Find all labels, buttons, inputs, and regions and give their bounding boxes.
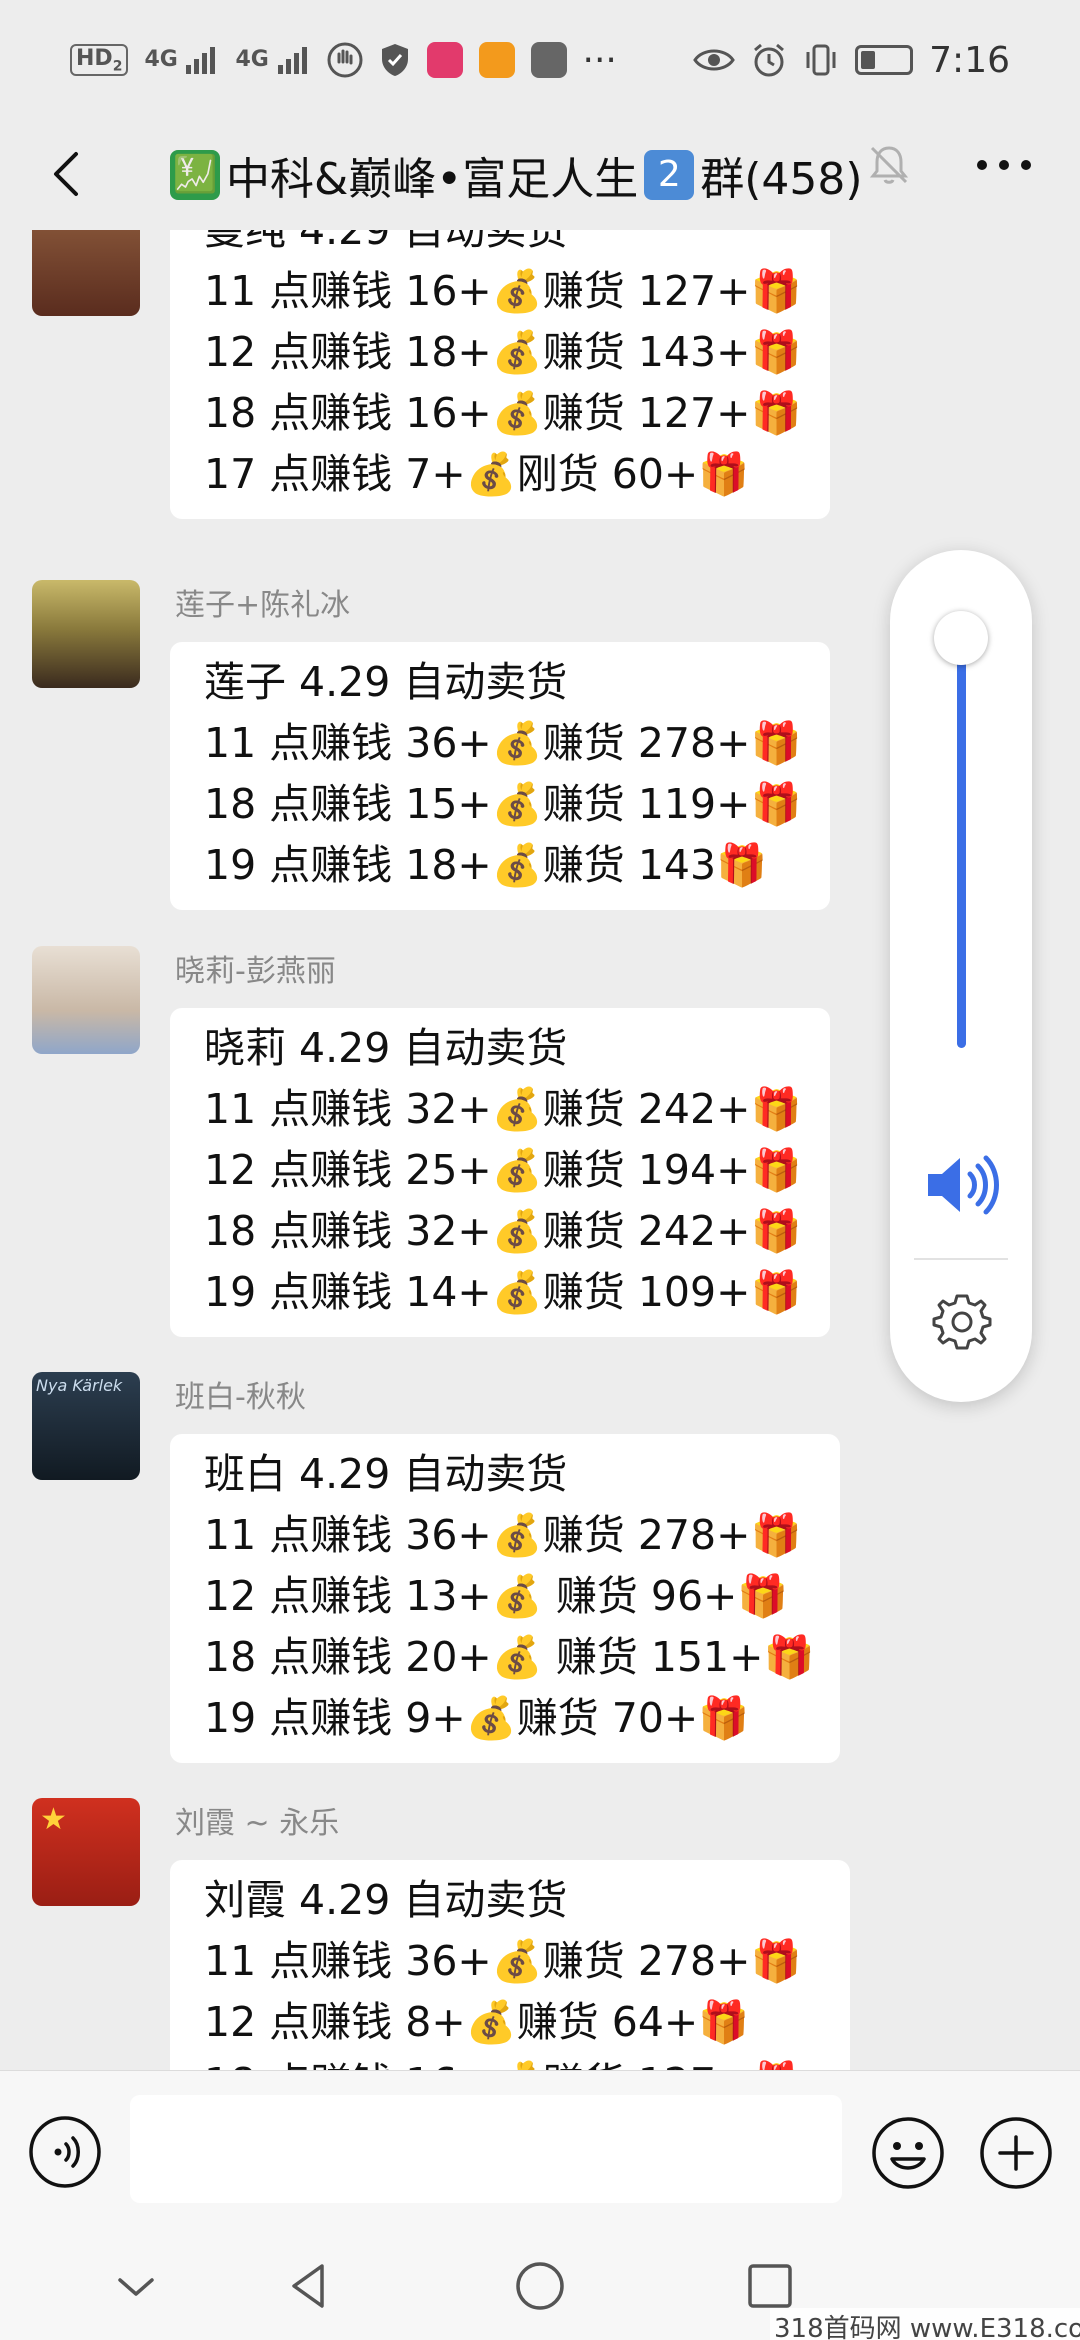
message-line: 18 点赚钱 15+💰赚货 119+🎁 — [204, 780, 802, 828]
gear-icon[interactable] — [930, 1290, 994, 1354]
smiley-icon[interactable] — [870, 2115, 946, 2191]
input-bar — [0, 2070, 1080, 2230]
message-line: 19 点赚钱 18+💰赚货 143🎁 — [204, 841, 768, 889]
star-icon: ★ — [40, 1802, 67, 1837]
message-line: 刘霞 4.29 自动卖货 — [204, 1876, 568, 1924]
chat-header: 💹 中科&巅峰•富足人生 2 群(458) — [0, 120, 1080, 230]
sender-name: 班白-秋秋 — [175, 1380, 306, 1415]
divider — [914, 1258, 1008, 1260]
message-line: 19 点赚钱 14+💰赚货 109+🎁 — [204, 1268, 802, 1316]
more-dots-icon[interactable] — [972, 150, 1036, 180]
message-line: 17 点赚钱 7+💰刚货 60+🎁 — [204, 450, 750, 498]
hand-icon — [327, 42, 363, 78]
message-line: 11 点赚钱 36+💰赚货 278+🎁 — [204, 1511, 802, 1559]
overflow-indicator: ··· — [582, 39, 617, 81]
message-line: 18 点赚钱 16+💰赚货 127+🎁 — [204, 389, 802, 437]
message-line: 12 点赚钱 13+💰 赚货 96+🎁 — [204, 1572, 789, 1620]
vibrate-icon — [806, 44, 836, 76]
volume-panel — [890, 550, 1032, 1402]
message-line: 18 点赚钱 16+💰赚货 127+🎁 — [204, 2053, 816, 2070]
message-bubble[interactable]: 刘霞 4.29 自动卖货 11 点赚钱 36+💰赚货 278+🎁 12 点赚钱 … — [170, 1860, 850, 2070]
message-line: 18 点赚钱 20+💰 赚货 151+🎁 — [204, 1633, 815, 1681]
message-line: 班白 4.29 自动卖货 — [204, 1450, 568, 1498]
status-bar: HD2 4G 4G ··· 7:16 — [0, 0, 1080, 120]
message-line: 19 点赚钱 9+💰赚货 70+🎁 — [204, 1694, 750, 1742]
chat-title: 💹 中科&巅峰•富足人生 2 群(458) — [170, 142, 863, 208]
message-bubble[interactable]: 班白 4.29 自动卖货 11 点赚钱 36+💰赚货 278+🎁 12 点赚钱 … — [170, 1434, 840, 1763]
alarm-icon — [754, 43, 785, 77]
bell-off-icon — [869, 146, 909, 184]
message-bubble[interactable]: 莲子 4.29 自动卖货 11 点赚钱 36+💰赚货 278+🎁 18 点赚钱 … — [170, 642, 830, 910]
shield-icon — [381, 44, 408, 76]
message-input[interactable] — [130, 2095, 842, 2203]
avatar[interactable] — [32, 580, 140, 688]
message-line: 12 点赚钱 8+💰赚货 64+🎁 — [204, 1998, 750, 2046]
message-line: 12 点赚钱 18+💰赚货 143+🎁 — [204, 328, 802, 376]
volume-slider-track[interactable] — [957, 616, 966, 1048]
sender-name: 莲子+陈礼冰 — [175, 588, 351, 623]
video-app-icon — [478, 42, 515, 78]
status-left: HD2 4G 4G ··· — [70, 40, 617, 81]
watermark: 318首码网 www.E318.com — [770, 2308, 1080, 2340]
back-icon[interactable] — [36, 142, 100, 206]
message-line: 11 点赚钱 36+💰赚货 278+🎁 — [204, 1937, 802, 1985]
message-line: 18 点赚钱 32+💰赚货 242+🎁 — [204, 1207, 802, 1255]
message-line: 晓莉 4.29 自动卖货 — [204, 1024, 568, 1072]
chevron-down-icon[interactable] — [108, 2258, 164, 2314]
clock: 7:16 — [929, 39, 1010, 81]
signal-icon: 4G — [235, 45, 310, 75]
message-bubble[interactable]: 曼纯 4.29 自动卖货 11 点赚钱 16+💰赚货 127+🎁 12 点赚钱 … — [170, 230, 830, 519]
avatar-caption: Nya Kärlek — [36, 1376, 123, 1395]
sender-name: 刘霞 ~ 永乐 — [175, 1806, 340, 1841]
message-line: 曼纯 4.29 自动卖货 — [204, 230, 568, 254]
sender-name: 晓莉-彭燕丽 — [175, 954, 336, 989]
message-line: 11 点赚钱 32+💰赚货 242+🎁 — [204, 1085, 802, 1133]
status-right: 7:16 — [693, 40, 1010, 81]
home-circle-icon[interactable] — [512, 2258, 568, 2314]
speaker-icon[interactable] — [920, 1150, 1000, 1220]
message-bubble[interactable]: 晓莉 4.29 自动卖货 11 点赚钱 32+💰赚货 242+🎁 12 点赚钱 … — [170, 1008, 830, 1337]
battery-icon — [855, 45, 914, 75]
message-line: 11 点赚钱 16+💰赚货 127+🎁 — [204, 267, 802, 315]
group-member-count: 群(458) — [700, 154, 863, 205]
recents-square-icon[interactable] — [742, 2258, 798, 2314]
avatar[interactable] — [32, 230, 140, 316]
group-name: 中科&巅峰•富足人生 — [226, 154, 639, 205]
avatar[interactable] — [32, 946, 140, 1054]
volume-slider-fill — [957, 637, 966, 1048]
app-icon — [426, 42, 463, 78]
back-triangle-icon[interactable] — [282, 2258, 338, 2314]
voice-icon[interactable] — [28, 2115, 102, 2189]
eye-icon — [693, 49, 735, 71]
group-number-badge: 2 — [644, 150, 695, 200]
chart-emoji-icon: 💹 — [170, 150, 220, 200]
hd-badge: HD2 — [70, 43, 129, 77]
message-line: 莲子 4.29 自动卖货 — [204, 658, 568, 706]
plus-circle-icon[interactable] — [978, 2115, 1054, 2191]
message-line: 11 点赚钱 36+💰赚货 278+🎁 — [204, 719, 802, 767]
avatar[interactable]: ★ — [32, 1798, 140, 1906]
send-app-icon — [530, 42, 567, 78]
avatar[interactable]: Nya Kärlek — [32, 1372, 140, 1480]
message-line: 12 点赚钱 25+💰赚货 194+🎁 — [204, 1146, 802, 1194]
volume-slider-handle[interactable] — [934, 610, 988, 665]
signal-icon: 4G — [144, 45, 219, 75]
